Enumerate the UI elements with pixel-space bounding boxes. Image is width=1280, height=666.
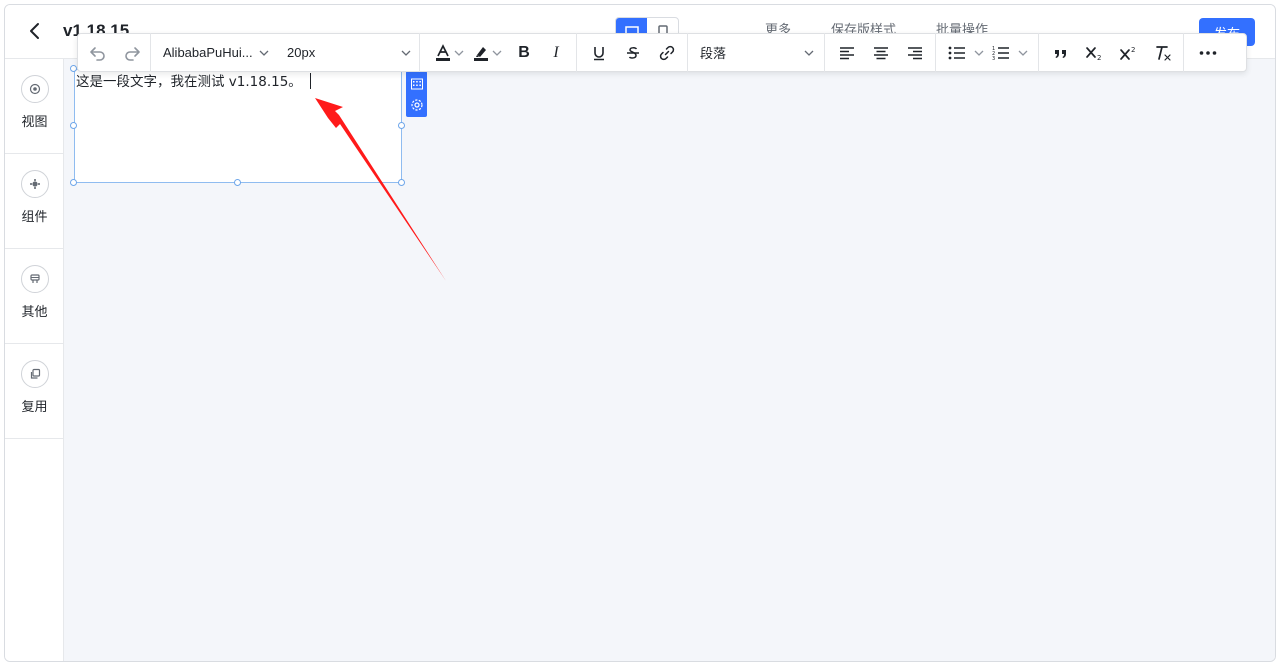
text-component[interactable]: 这是一段文字，我在测试 v1.18.15。: [74, 69, 402, 183]
chevron-down-icon: [454, 50, 464, 56]
subscript-icon: 2: [1086, 46, 1101, 61]
component-icon: [20, 170, 49, 198]
other-icon: [20, 265, 49, 293]
resize-handle-bottom-left[interactable]: [70, 179, 77, 186]
block-type-group: 段落: [688, 33, 825, 72]
sidebar-item-other[interactable]: 其他: [5, 249, 64, 344]
quote-icon: [1055, 49, 1066, 58]
font-size-value: 20px: [287, 45, 316, 60]
text-content-value: 这是一段文字，我在测试 v1.18.15。: [76, 74, 302, 90]
underline-icon: [594, 46, 604, 60]
quote-button[interactable]: [1047, 39, 1075, 67]
component-side-tools: [406, 71, 427, 117]
layout-icon[interactable]: [410, 77, 424, 91]
text-style-group: B I: [420, 33, 577, 72]
strikethrough-button[interactable]: [619, 39, 647, 67]
sidebar-item-component[interactable]: 组件: [5, 154, 64, 249]
redo-button[interactable]: [118, 39, 146, 67]
bullet-list-icon: [948, 46, 965, 59]
svg-text:3: 3: [992, 56, 995, 61]
more-group: [1184, 33, 1232, 72]
resize-handle-middle-right[interactable]: [398, 122, 405, 129]
chevron-down-icon: [804, 50, 814, 56]
chevron-down-icon: [259, 50, 269, 56]
sidebar-item-label: 组件: [21, 210, 48, 225]
resize-handle-middle-left[interactable]: [70, 122, 77, 129]
font-size-select[interactable]: 20px: [287, 39, 411, 67]
text-caret: [309, 73, 311, 89]
bullet-list-button[interactable]: [944, 39, 988, 67]
insert-group: 2 2: [1039, 33, 1184, 72]
reuse-icon: [20, 360, 49, 388]
subscript-button[interactable]: 2: [1081, 39, 1109, 67]
align-center-button[interactable]: [867, 39, 895, 67]
link-icon: [659, 45, 675, 60]
clear-format-icon: [1156, 45, 1171, 61]
font-family-value: AlibabaPuHui...: [163, 45, 253, 60]
block-type-value: 段落: [700, 46, 727, 61]
font-group: AlibabaPuHui... 20px: [151, 33, 420, 72]
list-group: 123: [936, 33, 1039, 72]
sidebar-item-reuse[interactable]: 复用: [5, 344, 64, 439]
underline-button[interactable]: [585, 39, 613, 67]
italic-button[interactable]: I: [542, 39, 570, 67]
font-family-select[interactable]: AlibabaPuHui...: [163, 39, 287, 67]
undo-icon: [90, 46, 105, 61]
back-button[interactable]: [23, 19, 47, 43]
rich-text-toolbar: AlibabaPuHui... 20px B I 段落 1 2 3 2 2: [77, 33, 1247, 72]
ordered-list-button[interactable]: 123: [988, 39, 1032, 67]
app-window: v1.18.15 更多 保存版样式 批量操作 发布: [4, 4, 1276, 662]
text-component-content[interactable]: 这是一段文字，我在测试 v1.18.15。: [76, 73, 311, 91]
highlight-icon: [474, 46, 488, 61]
align-center-icon: [874, 46, 888, 59]
sidebar-item-view[interactable]: 视图: [5, 59, 64, 154]
chevron-down-icon: [492, 50, 502, 56]
chevron-left-icon: [30, 23, 39, 39]
strikethrough-icon: [627, 46, 639, 59]
more-icon: [1199, 50, 1217, 55]
align-right-button[interactable]: [901, 39, 929, 67]
align-group: [825, 33, 936, 72]
resize-handle-top-left[interactable]: [70, 65, 77, 72]
clear-format-button[interactable]: [1149, 39, 1177, 67]
align-left-button[interactable]: [833, 39, 861, 67]
decoration-group: [577, 33, 688, 72]
undo-button[interactable]: [84, 39, 112, 67]
settings-gear-icon[interactable]: [410, 98, 424, 112]
resize-handle-bottom-right[interactable]: [398, 179, 405, 186]
chevron-down-icon: [401, 50, 411, 56]
sidebar-item-label: 其他: [21, 305, 48, 320]
link-button[interactable]: [653, 39, 681, 67]
font-color-button[interactable]: [430, 39, 468, 67]
more-button[interactable]: [1194, 39, 1222, 67]
svg-text:2: 2: [1131, 46, 1135, 54]
redo-icon: [125, 46, 140, 61]
bold-button[interactable]: B: [510, 39, 538, 67]
chevron-down-icon: [1018, 50, 1028, 56]
left-sidebar: 视图 组件 其他 复用: [5, 59, 64, 661]
superscript-icon: 2: [1120, 46, 1135, 60]
ordered-list-icon: 123: [992, 46, 1009, 61]
superscript-button[interactable]: 2: [1115, 39, 1143, 67]
highlight-button[interactable]: [468, 39, 506, 67]
sidebar-item-label: 视图: [21, 115, 48, 130]
font-color-icon: [436, 43, 450, 61]
sidebar-item-label: 复用: [21, 400, 48, 415]
block-type-select[interactable]: 段落: [700, 39, 814, 67]
view-icon: [20, 75, 49, 103]
svg-text:2: 2: [1097, 54, 1101, 61]
align-left-icon: [840, 46, 854, 59]
chevron-down-icon: [974, 50, 984, 56]
align-right-icon: [908, 46, 922, 59]
resize-handle-bottom-center[interactable]: [234, 179, 241, 186]
history-group: [78, 33, 151, 72]
